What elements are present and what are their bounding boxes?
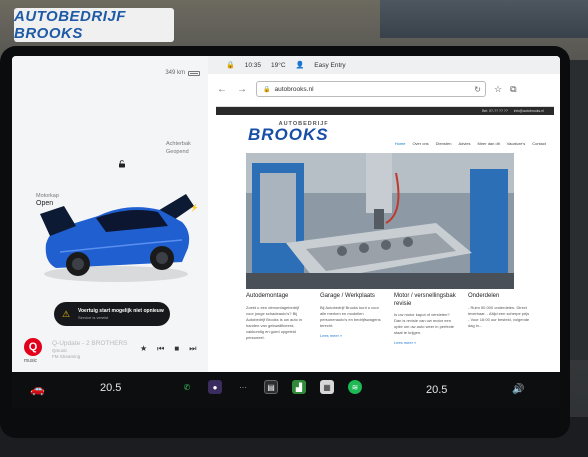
wall-sign-text: AUTOBEDRIJF BROOKS	[14, 8, 126, 42]
nav-meer[interactable]: Meer dan dit	[477, 141, 499, 146]
alert-title: Voertuig start mogelijk niet opnieuw	[78, 308, 164, 314]
favorite-icon[interactable]: ★	[140, 344, 147, 354]
energy-icon[interactable]: ▟	[292, 380, 306, 394]
column-text: - Ruim 50.000 onderdelen. Direct leverba…	[468, 304, 530, 328]
profile-icon[interactable]: 👤	[296, 61, 305, 69]
station-logo-label: music	[24, 358, 38, 364]
touchscreen: 349 km Achterbak Geopend Motorkap Open ⚡…	[12, 56, 560, 384]
battery-icon	[188, 70, 200, 76]
alert-subtitle: Service is vereist	[78, 315, 109, 320]
volume-icon[interactable]: 🔊	[512, 384, 524, 395]
url-input[interactable]: 🔒 autobrooks.nl ↻	[256, 81, 486, 97]
hero-image	[246, 153, 514, 289]
wall-sign: AUTOBEDRIJF BROOKS	[14, 8, 174, 42]
site-topbar: Bel: 0?-?? ?? ?? info@autobrooks.nl	[216, 107, 554, 115]
dock-apps: ✆ ● ··· ▤ ▟ ▦ ≋	[180, 380, 362, 394]
car-illustration	[40, 194, 194, 282]
read-more-link[interactable]: Lees meer »	[320, 333, 382, 338]
nav-contact[interactable]: Contact	[532, 141, 546, 146]
status-temperature: 19°C	[271, 61, 286, 69]
site-phone[interactable]: Bel: 0?-?? ?? ??	[482, 109, 508, 113]
range-indicator: 349 km	[165, 70, 200, 76]
car-icon[interactable]: 🚗	[30, 382, 45, 396]
driver-temperature[interactable]: 20.5	[100, 382, 121, 394]
trunk-control[interactable]: Achterbak Geopend	[166, 140, 191, 156]
column-title[interactable]: Onderdelen	[468, 293, 530, 301]
previous-icon[interactable]: ⏮	[157, 344, 164, 354]
stop-icon[interactable]: ■	[174, 344, 179, 354]
camera-icon[interactable]: ●	[208, 380, 222, 394]
nav-over-ons[interactable]: Over ons	[412, 141, 428, 146]
browser-window: 🔒 10:35 19°C 👤 Easy Entry ← → 🔒 autobroo…	[208, 56, 560, 384]
media-controls: ★ ⏮ ■ ⏭	[140, 344, 196, 354]
back-icon[interactable]: ←	[216, 84, 228, 95]
secure-lock-icon: 🔒	[263, 86, 271, 93]
column-text: Bij Autobedrijf Brooks kunt u voor alle …	[320, 304, 381, 328]
spotify-icon[interactable]: ≋	[348, 380, 362, 394]
background-right	[568, 60, 588, 360]
content-columns: Autodemontage Zoekt u een demontagebedri…	[246, 293, 546, 345]
column-text: Zoekt u een demontagebedrijf voor jonge …	[246, 304, 303, 340]
column-title[interactable]: Autodemontage	[246, 293, 308, 301]
column-title[interactable]: Garage / Werkplaats	[320, 293, 382, 301]
column-title[interactable]: Motor / versnellingsbak revisie	[394, 293, 456, 308]
trunk-label: Achterbak	[166, 141, 191, 147]
url-text: autobrooks.nl	[274, 85, 314, 93]
site-logo-main: BROOKS	[248, 125, 329, 144]
passenger-temperature[interactable]: 20.5	[426, 384, 447, 396]
tabs-icon[interactable]: ⧉	[510, 84, 516, 95]
phone-icon[interactable]: ✆	[180, 380, 194, 394]
web-page: Bel: 0?-?? ?? ?? info@autobrooks.nl AUTO…	[216, 106, 554, 384]
media-subtitle: Qmusic FM Streaming	[52, 348, 80, 360]
status-time: 10:35	[244, 61, 261, 69]
charge-port-icon[interactable]: ⚡	[190, 204, 199, 212]
warning-icon: ⚠	[62, 309, 71, 319]
site-email[interactable]: info@autobrooks.nl	[514, 109, 544, 113]
toybox-icon[interactable]: ▦	[320, 380, 334, 394]
address-bar: ← → 🔒 autobrooks.nl ↻ ☆ ⧉	[208, 78, 560, 100]
read-more-link[interactable]: Lees meer »	[394, 340, 456, 345]
nav-home[interactable]: Home	[395, 141, 406, 146]
column-revisie: Motor / versnellingsbak revisie Is uw mo…	[394, 293, 456, 345]
bottom-dock: 🚗 20.5 ✆ ● ··· ▤ ▟ ▦ ≋ 20.5 🔊	[12, 372, 560, 408]
media-source: FM Streaming	[52, 354, 81, 359]
nav-vacatures[interactable]: Vacature's	[507, 141, 525, 146]
reload-icon[interactable]: ↻	[474, 85, 481, 94]
bookmark-star-icon[interactable]: ☆	[494, 84, 502, 95]
column-text: Is uw motor kapot of versleten? Dan is r…	[394, 312, 455, 335]
status-bar: 🔒 10:35 19°C 👤 Easy Entry	[208, 56, 560, 74]
nav-diensten[interactable]: Diensten	[436, 141, 452, 146]
dashcam-icon[interactable]: ▤	[264, 380, 278, 394]
background-shelf	[380, 0, 588, 38]
status-profile[interactable]: Easy Entry	[314, 62, 345, 69]
next-icon[interactable]: ⏭	[189, 344, 196, 354]
lock-status-icon[interactable]: 🔒	[226, 61, 235, 69]
trunk-state: Geopend	[166, 149, 189, 155]
media-title: Q-Update - 2 BROTHERS	[52, 340, 128, 347]
column-autodemontage: Autodemontage Zoekt u een demontagebedri…	[246, 293, 308, 345]
site-nav: Home Over ons Diensten Advies Meer dan d…	[395, 141, 546, 146]
more-apps-icon[interactable]: ···	[236, 380, 250, 394]
column-onderdelen: Onderdelen - Ruim 50.000 onderdelen. Dir…	[468, 293, 530, 345]
site-logo[interactable]: AUTOBEDRIJF BROOKS	[248, 121, 329, 143]
vehicle-panel: 349 km Achterbak Geopend Motorkap Open ⚡…	[12, 56, 208, 384]
station-logo[interactable]: Q	[24, 338, 42, 356]
range-value: 349 km	[165, 70, 185, 76]
column-garage: Garage / Werkplaats Bij Autobedrijf Broo…	[320, 293, 382, 345]
forward-icon[interactable]: →	[236, 84, 248, 95]
alert-toast[interactable]: ⚠ Voertuig start mogelijk niet opnieuw S…	[54, 302, 170, 326]
nav-advies[interactable]: Advies	[458, 141, 470, 146]
